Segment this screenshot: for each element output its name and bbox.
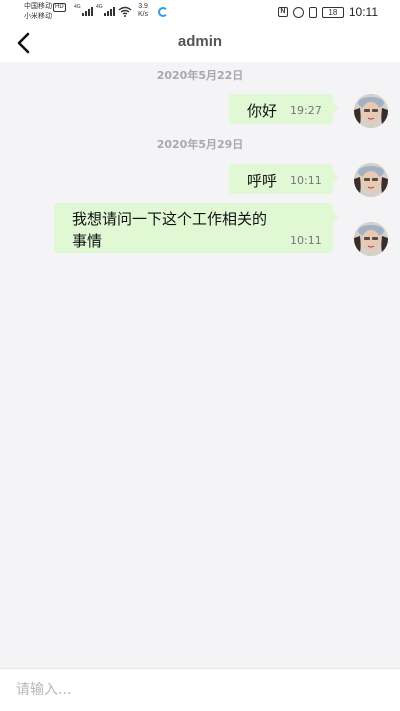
nfc-icon: N (277, 7, 288, 17)
message-text-line-1: 我想请问一下这个工作相关的 (72, 210, 268, 228)
page-title: admin (177, 33, 223, 50)
message-time: 19:27 (290, 104, 322, 117)
network-speed-value: 3.9 (138, 3, 148, 10)
wifi-icon (118, 6, 132, 17)
avatar-image (354, 222, 388, 256)
status-right: N 18 10:11 (277, 4, 378, 20)
carrier-1-label: 中国移动 (24, 3, 52, 10)
date-separator: 2020年5月22日 (156, 69, 244, 82)
avatar[interactable] (354, 222, 388, 256)
nav-bar: admin (0, 24, 400, 62)
message-bubble[interactable]: 你好 19:27 (229, 94, 339, 124)
chat-screen: 中国移动 HD 小米移动 4G 4G 3.9 K/s N 18 10:11 ad… (0, 0, 400, 711)
avatar[interactable] (354, 163, 388, 197)
status-left: 中国移动 HD 小米移动 4G 4G 3.9 K/s (24, 2, 168, 22)
network-speed: 3.9 K/s (138, 3, 148, 19)
status-bar: 中国移动 HD 小米移动 4G 4G 3.9 K/s N 18 10:11 (0, 0, 400, 24)
message-input-bar (0, 668, 400, 711)
avatar[interactable] (354, 94, 388, 128)
message-time: 10:11 (290, 174, 322, 187)
network-speed-unit: K/s (138, 11, 149, 18)
alarm-icon (292, 6, 304, 18)
avatar-image (354, 94, 388, 128)
avatar-image (354, 163, 388, 197)
hd-badge: HD (53, 3, 66, 12)
network-type-2: 4G (96, 4, 103, 10)
vibrate-icon (308, 6, 317, 18)
message-time: 10:11 (290, 234, 322, 247)
message-text-line-2: 事情 (72, 232, 103, 250)
status-time: 10:11 (348, 5, 378, 19)
date-separator: 2020年5月29日 (156, 138, 244, 151)
network-type-1: 4G (74, 4, 81, 10)
sync-icon (158, 7, 168, 17)
message-text: 你好 (247, 102, 278, 120)
message-bubble[interactable]: 呼呼 10:11 (229, 164, 339, 194)
carrier-2-label: 小米移动 (24, 13, 52, 20)
message-text: 呼呼 (247, 172, 278, 190)
carrier-1: 中国移动 HD (24, 2, 66, 12)
message-input[interactable] (16, 679, 386, 701)
message-bubble[interactable]: 我想请问一下这个工作相关的 事情 10:11 (54, 203, 339, 253)
battery-icon: 18 (321, 6, 344, 18)
